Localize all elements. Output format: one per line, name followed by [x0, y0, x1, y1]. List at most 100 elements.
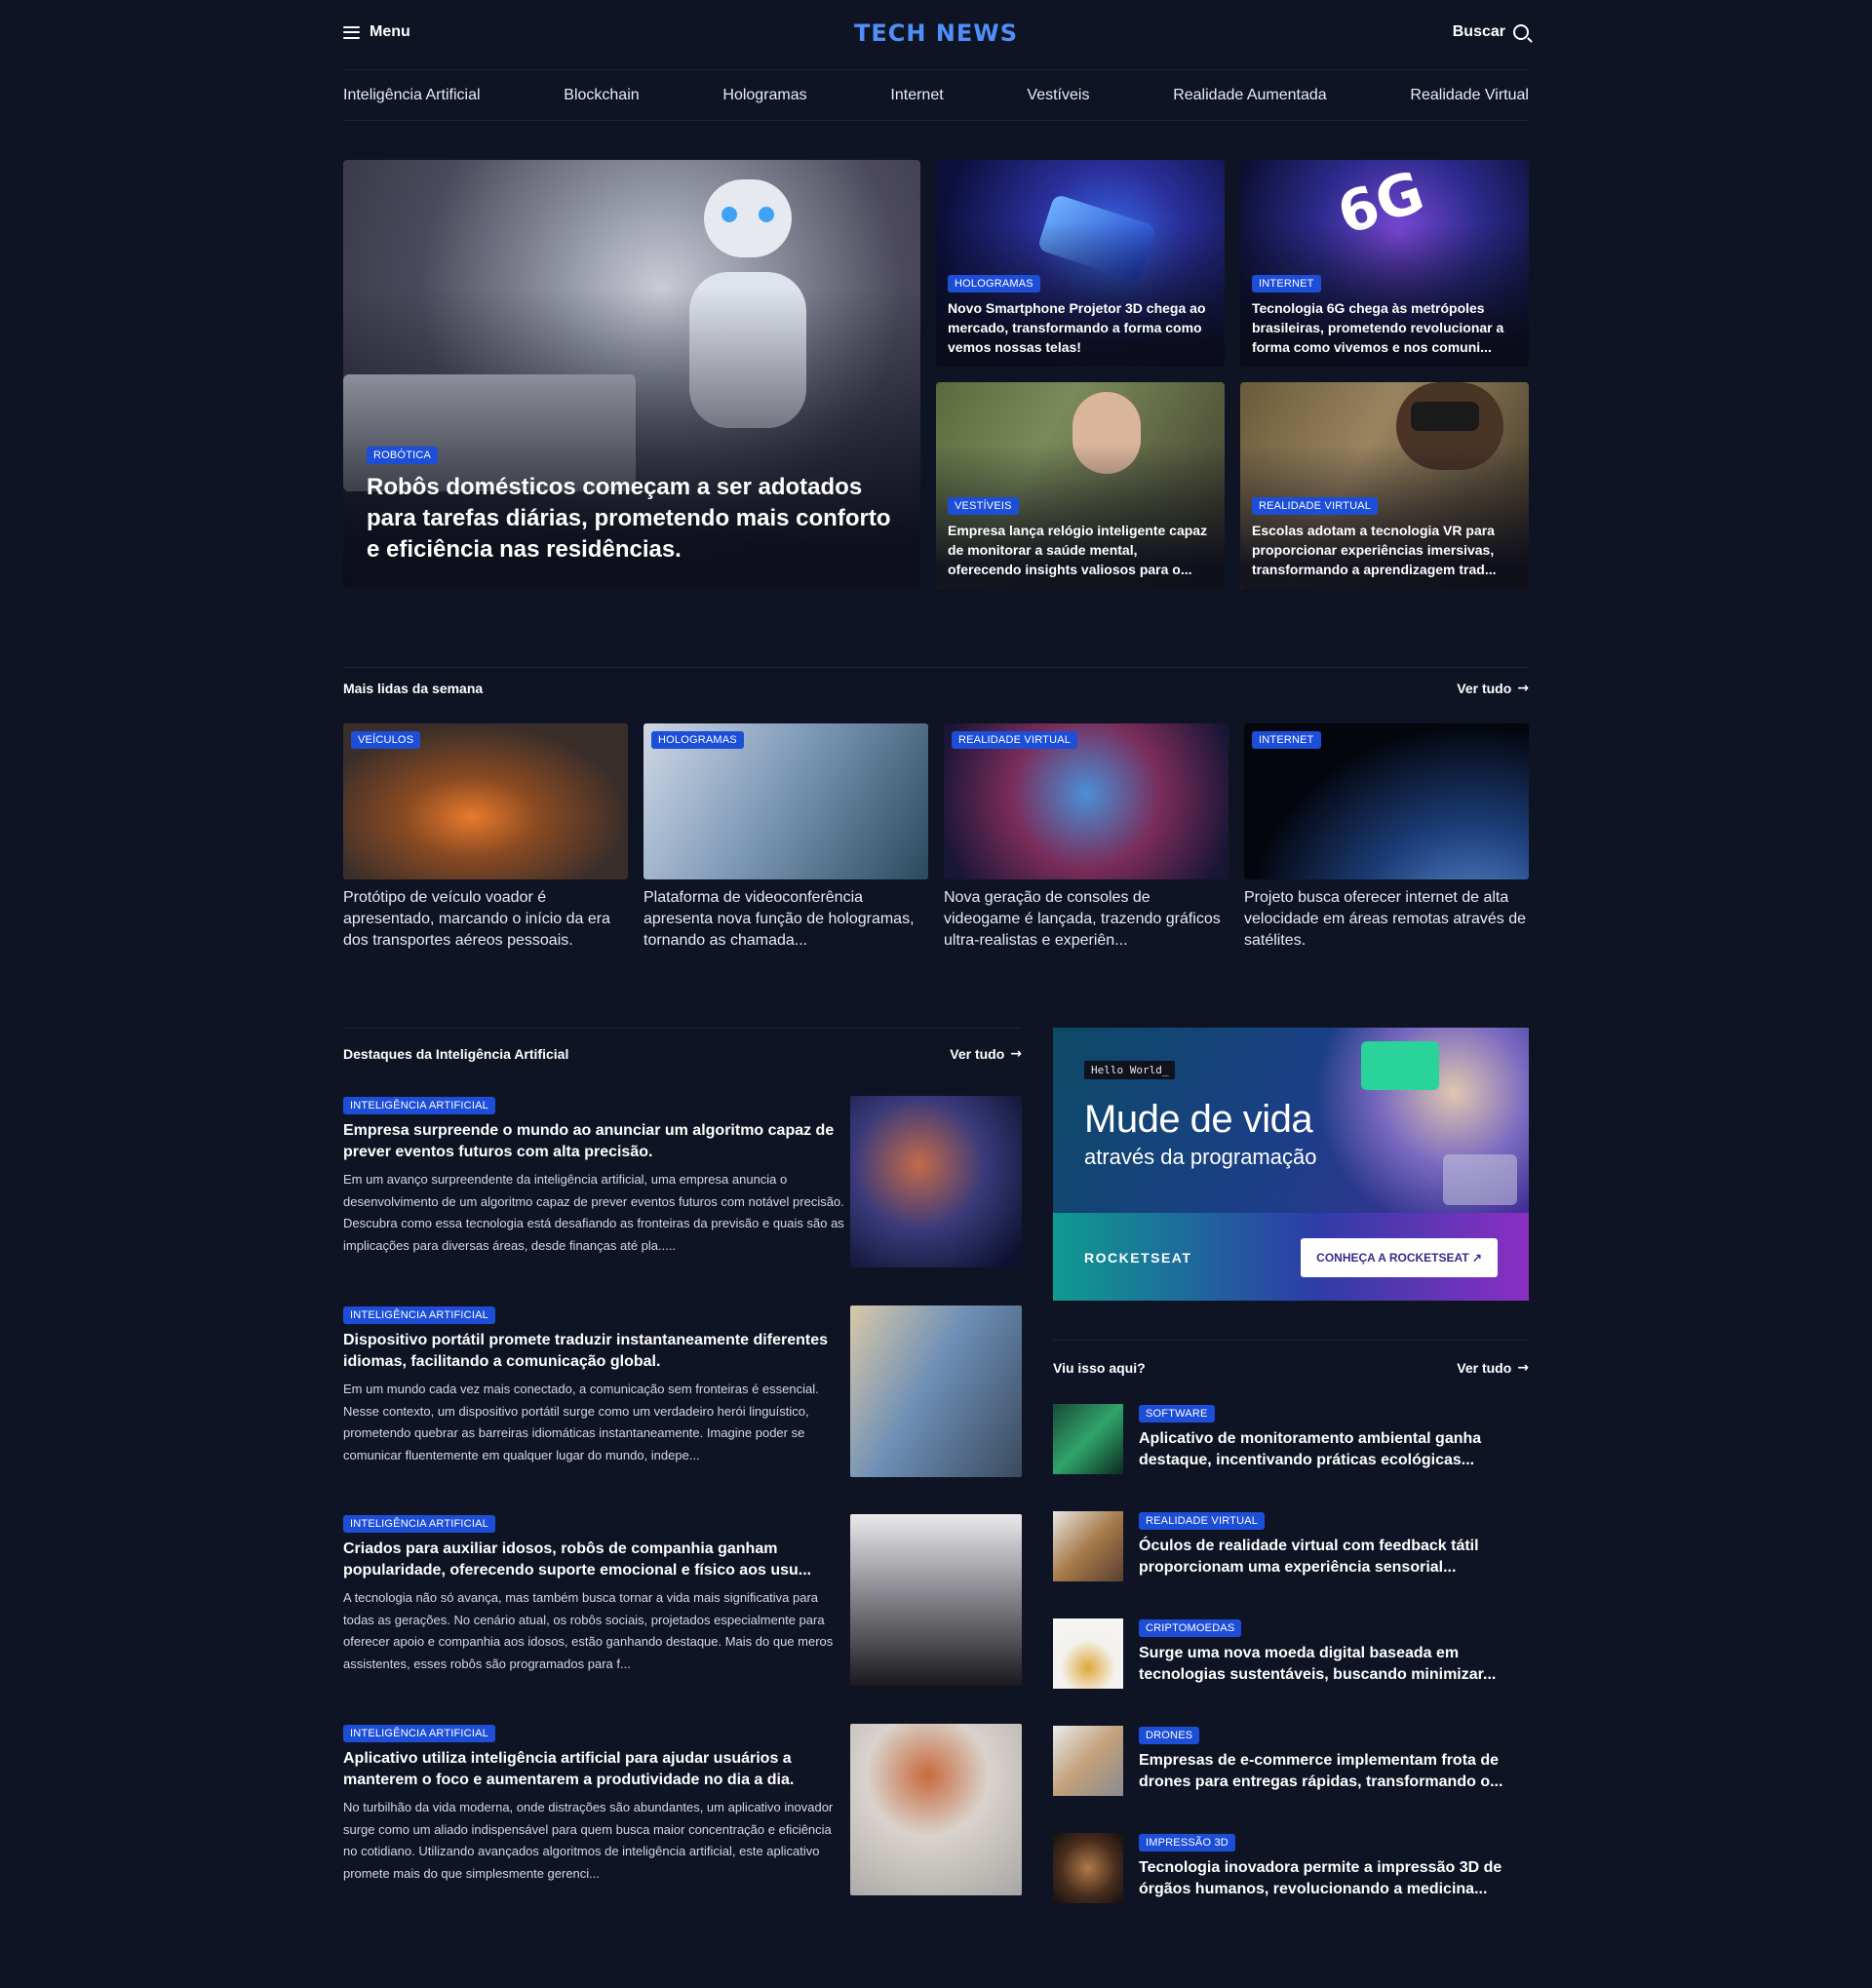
most-read-item[interactable]: Veículos Protótipo de veículo voador é a… — [343, 723, 628, 952]
3d-lungs-image — [1053, 1833, 1123, 1903]
seen-item-title[interactable]: Óculos de realidade virtual com feedback… — [1139, 1536, 1529, 1579]
seen-item-title[interactable]: Empresas de e-commerce implementam frota… — [1139, 1750, 1529, 1793]
ai-article[interactable]: Inteligência Artificial Criados para aux… — [343, 1514, 1022, 1688]
ad-headline: Mude de vida — [1084, 1098, 1313, 1141]
most-read-title-text[interactable]: Plataforma de videoconferência apresenta… — [644, 887, 928, 952]
ai-article-excerpt: Em um mundo cada vez mais conectado, a c… — [343, 1382, 819, 1462]
ad-cta-button[interactable]: CONHEÇA A ROCKETSEAT ↗ — [1301, 1238, 1498, 1277]
seen-item-tag[interactable]: Realidade Virtual — [1139, 1512, 1266, 1530]
hero-card-3[interactable]: Vestíveis Empresa lança relógio intelige… — [936, 382, 1225, 589]
nav-item-internet[interactable]: Internet — [890, 87, 943, 104]
site-logo[interactable]: TECH NEWS — [343, 19, 1529, 47]
most-read-title: Mais lidas da semana — [343, 680, 484, 696]
hero-main-text: Robótica Robôs domésticos começam a ser … — [367, 446, 897, 565]
most-read-tag[interactable]: Realidade Virtual — [952, 731, 1078, 749]
hero-card-4-tag[interactable]: Realidade Virtual — [1252, 497, 1379, 515]
flying-car-image: Veículos — [343, 723, 628, 879]
search-button[interactable]: Buscar — [1453, 23, 1529, 41]
hero-card-2[interactable]: 6G Internet Tecnologia 6G chega às metró… — [1240, 160, 1529, 367]
ai-article-text: Inteligência Artificial Criados para aux… — [343, 1514, 848, 1675]
ai-article-tag[interactable]: Inteligência Artificial — [343, 1306, 495, 1324]
seen-item-tag[interactable]: Impressão 3D — [1139, 1834, 1235, 1852]
ai-article[interactable]: Inteligência Artificial Empresa surpreen… — [343, 1096, 1022, 1269]
seen-item-tag[interactable]: Criptomoedas — [1139, 1619, 1242, 1637]
ai-article-text: Inteligência Artificial Dispositivo port… — [343, 1306, 848, 1466]
eco-app-image — [1053, 1404, 1123, 1474]
seen-item-tag[interactable]: Software — [1139, 1405, 1215, 1423]
search-label: Buscar — [1452, 23, 1505, 40]
nav-item-vestiveis[interactable]: Vestíveis — [1027, 87, 1089, 104]
satellite-image: Internet — [1244, 723, 1529, 879]
hero-card-2-title[interactable]: Tecnologia 6G chega às metrópoles brasil… — [1252, 298, 1517, 357]
hero-main-card[interactable]: Robótica Robôs domésticos começam a ser … — [343, 160, 920, 589]
seen-item-title[interactable]: Tecnologia inovadora permite a impressão… — [1139, 1857, 1529, 1900]
hero-main-tag[interactable]: Robótica — [367, 447, 439, 464]
seen-item[interactable]: Drones Empresas de e-commerce implementa… — [1053, 1726, 1529, 1800]
seen-see-all[interactable]: Ver tudo → — [1457, 1360, 1529, 1376]
ad-subline: através da programação — [1084, 1145, 1317, 1169]
nav-item-hologramas[interactable]: Hologramas — [722, 87, 806, 104]
nav-item-realidade-aumentada[interactable]: Realidade Aumentada — [1173, 87, 1326, 104]
most-read-see-all[interactable]: Ver tudo → — [1457, 681, 1529, 696]
ai-article-tag[interactable]: Inteligência Artificial — [343, 1515, 495, 1533]
most-read-item[interactable]: Realidade Virtual Nova geração de consol… — [944, 723, 1228, 952]
ai-article[interactable]: Inteligência Artificial Dispositivo port… — [343, 1306, 1022, 1479]
ai-article-title[interactable]: Aplicativo utiliza inteligência artifici… — [343, 1748, 848, 1791]
seen-item[interactable]: Realidade Virtual Óculos de realidade vi… — [1053, 1511, 1529, 1585]
most-read-tag[interactable]: Veículos — [351, 731, 421, 749]
hero-card-1[interactable]: Hologramas Novo Smartphone Projetor 3D c… — [936, 160, 1225, 367]
most-read-title-text[interactable]: Nova geração de consoles de videogame é … — [944, 887, 1228, 952]
ad-card-grey — [1443, 1154, 1517, 1205]
ai-see-all[interactable]: Ver tudo → — [950, 1046, 1022, 1062]
hero-card-2-text: Internet Tecnologia 6G chega às metrópol… — [1252, 274, 1517, 357]
seen-title: Viu isso aqui? — [1053, 1359, 1146, 1376]
ai-article-tag[interactable]: Inteligência Artificial — [343, 1097, 495, 1114]
search-icon — [1513, 24, 1529, 40]
ai-article-excerpt: A tecnologia não só avança, mas também b… — [343, 1590, 834, 1671]
most-read-title-text[interactable]: Protótipo de veículo voador é apresentad… — [343, 887, 628, 952]
ai-article-title[interactable]: Empresa surpreende o mundo ao anunciar u… — [343, 1120, 848, 1163]
seen-item-tag[interactable]: Drones — [1139, 1727, 1200, 1744]
hero-card-2-tag[interactable]: Internet — [1252, 275, 1321, 292]
bitcoin-plant-image — [1053, 1618, 1123, 1689]
nav-item-blockchain[interactable]: Blockchain — [564, 87, 639, 104]
hero-card-1-title[interactable]: Novo Smartphone Projetor 3D chega ao mer… — [948, 298, 1213, 357]
hero-card-4-title[interactable]: Escolas adotam a tecnologia VR para prop… — [1252, 521, 1517, 579]
arrow-right-icon: → — [1517, 680, 1529, 696]
delivery-drone-image — [1053, 1726, 1123, 1796]
hero-card-1-text: Hologramas Novo Smartphone Projetor 3D c… — [948, 274, 1213, 357]
most-read-see-all-label: Ver tudo — [1457, 680, 1512, 696]
ai-article-tag[interactable]: Inteligência Artificial — [343, 1725, 495, 1742]
seen-item[interactable]: Impressão 3D Tecnologia inovadora permit… — [1053, 1833, 1529, 1907]
vr-gamer-image: Realidade Virtual — [944, 723, 1228, 879]
ai-article[interactable]: Inteligência Artificial Aplicativo utili… — [343, 1724, 1022, 1897]
seen-item[interactable]: Software Aplicativo de monitoramento amb… — [1053, 1404, 1529, 1478]
most-read-item[interactable]: Hologramas Plataforma de videoconferênci… — [644, 723, 928, 952]
nav-item-realidade-virtual[interactable]: Realidade Virtual — [1410, 87, 1529, 104]
most-read-tag[interactable]: Hologramas — [651, 731, 744, 749]
seen-item[interactable]: Criptomoedas Surge uma nova moeda digita… — [1053, 1618, 1529, 1693]
most-read-item[interactable]: Internet Projeto busca oferecer internet… — [1244, 723, 1529, 952]
vr-glasses-image — [1053, 1511, 1123, 1581]
hero-card-3-tag[interactable]: Vestíveis — [948, 497, 1019, 515]
arrow-right-icon: → — [1010, 1045, 1022, 1062]
seen-item-title[interactable]: Aplicativo de monitoramento ambiental ga… — [1139, 1428, 1529, 1471]
ai-article-title[interactable]: Criados para auxiliar idosos, robôs de c… — [343, 1539, 848, 1581]
hero-card-1-tag[interactable]: Hologramas — [948, 275, 1040, 292]
hero-card-4[interactable]: Realidade Virtual Escolas adotam a tecno… — [1240, 382, 1529, 589]
most-read-title-text[interactable]: Projeto busca oferecer internet de alta … — [1244, 887, 1529, 952]
ai-article-excerpt: No turbilhão da vida moderna, onde distr… — [343, 1800, 834, 1881]
ai-article-text: Inteligência Artificial Empresa surpreen… — [343, 1096, 848, 1257]
nav-item-ai[interactable]: Inteligência Artificial — [343, 87, 481, 104]
ad-hello-badge: Hello World_ — [1084, 1061, 1176, 1079]
hero-card-3-title[interactable]: Empresa lança relógio inteligente capaz … — [948, 521, 1213, 579]
seen-item-body: Impressão 3D Tecnologia inovadora permit… — [1139, 1833, 1529, 1900]
hero-main-title[interactable]: Robôs domésticos começam a ser adotados … — [367, 472, 897, 565]
ai-header: Destaques da Inteligência Artificial Ver… — [343, 1028, 1022, 1078]
rocketseat-ad[interactable]: Hello World_ Mude de vida através da pro… — [1053, 1028, 1529, 1301]
seen-item-title[interactable]: Surge uma nova moeda digital baseada em … — [1139, 1643, 1529, 1686]
most-read-tag[interactable]: Internet — [1252, 731, 1321, 749]
ai-article-title[interactable]: Dispositivo portátil promete traduzir in… — [343, 1330, 848, 1373]
seen-see-all-label: Ver tudo — [1457, 1359, 1512, 1376]
seen-item-body: Drones Empresas de e-commerce implementa… — [1139, 1726, 1529, 1793]
